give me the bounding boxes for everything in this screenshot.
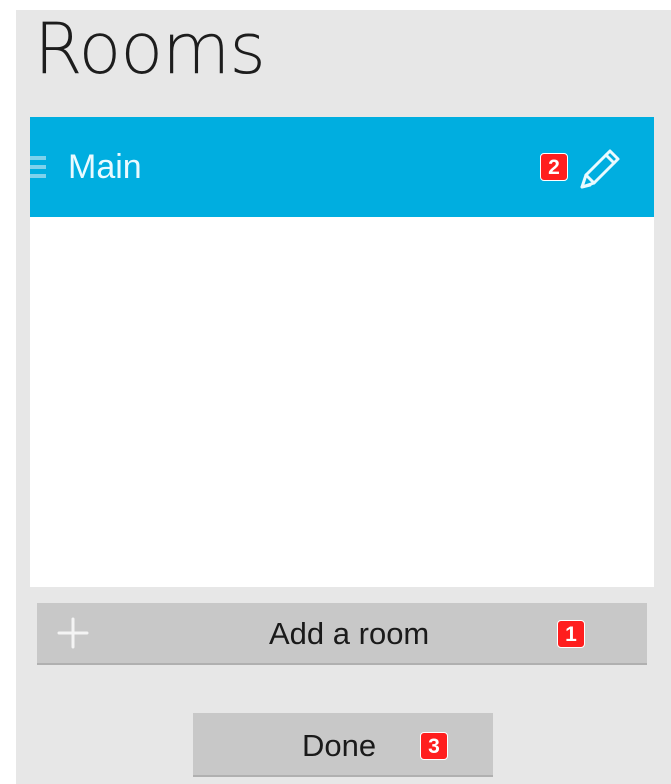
room-name: Main bbox=[68, 148, 142, 186]
step-badge-2: 2 bbox=[540, 153, 568, 181]
drag-handle-icon[interactable] bbox=[30, 156, 46, 178]
room-list: Main 2 bbox=[30, 117, 654, 587]
plus-icon bbox=[57, 617, 89, 649]
done-button[interactable]: Done 3 bbox=[193, 713, 493, 775]
step-badge-3: 3 bbox=[420, 732, 448, 760]
done-label: Done bbox=[302, 728, 377, 763]
add-room-label: Add a room bbox=[269, 616, 430, 651]
pencil-icon[interactable] bbox=[574, 143, 626, 195]
room-row-main[interactable]: Main 2 bbox=[30, 117, 654, 217]
page-title: Rooms bbox=[34, 8, 266, 90]
step-badge-1: 1 bbox=[557, 620, 585, 648]
add-room-button[interactable]: Add a room 1 bbox=[37, 603, 647, 663]
